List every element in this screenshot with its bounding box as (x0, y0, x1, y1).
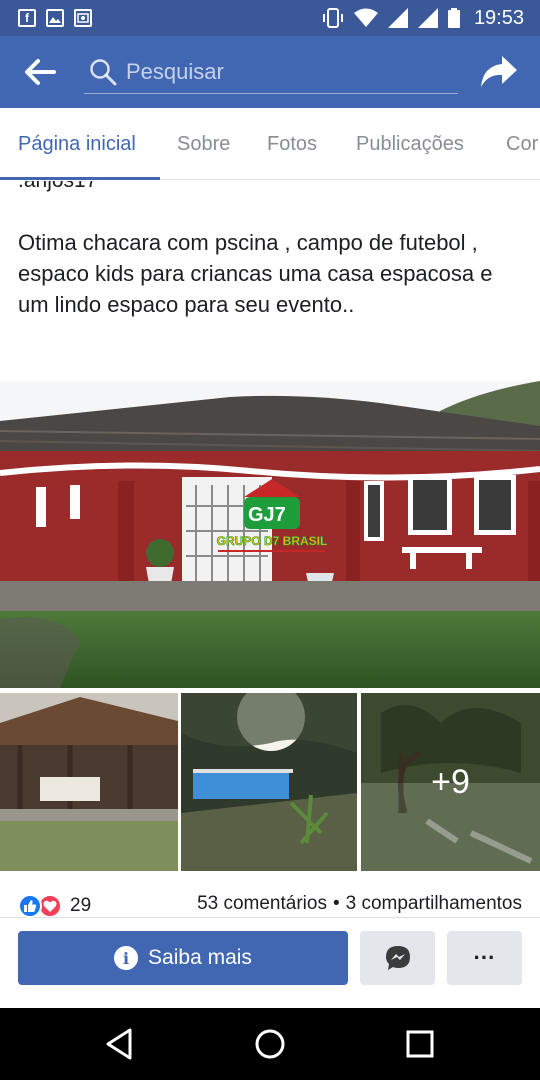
wifi-icon (353, 8, 378, 27)
more-photos-count: +9 (431, 762, 470, 801)
post-text-previous-line: .anjos17 (18, 181, 97, 193)
app-bar (0, 36, 540, 108)
image-notification-icon (46, 9, 64, 27)
facebook-notification-icon: f (18, 9, 36, 27)
photo-notification-icon (74, 9, 92, 27)
engagement-stats: 53 comentários • 3 compartilhamentos (197, 893, 522, 915)
nav-home-icon[interactable] (252, 1026, 288, 1062)
saiba-mais-label: Saiba mais (148, 946, 252, 969)
saiba-mais-button[interactable]: i Saiba mais (18, 931, 348, 985)
status-bar: f 19:53 (0, 0, 540, 36)
reactions-summary[interactable]: 29 (18, 892, 91, 920)
tab-pagina-inicial[interactable]: Página inicial (18, 108, 136, 179)
search-icon (90, 58, 117, 85)
post-text: Otima chacara com pscina , campo de fute… (18, 230, 493, 317)
tab-publicacoes[interactable]: Publicações (356, 108, 464, 179)
battery-icon (447, 8, 460, 28)
signal-icon (387, 8, 408, 28)
tab-fotos[interactable]: Fotos (267, 108, 317, 179)
comments-count[interactable]: 53 comentários (197, 893, 327, 915)
active-tab-indicator (0, 177, 160, 180)
tab-more[interactable]: Cor (506, 108, 538, 179)
screen: f 19:53 Pesquisar Página inicial Sobre F… (0, 0, 540, 1080)
search-input[interactable] (118, 51, 458, 92)
tab-sobre[interactable]: Sobre (177, 108, 230, 179)
clock: 19:53 (473, 6, 524, 29)
messenger-icon (385, 946, 410, 970)
search-bar[interactable] (84, 50, 458, 94)
post-photo-thumbnail-1[interactable] (0, 693, 178, 871)
svg-text:GJ7: GJ7 (248, 504, 286, 526)
post-main-photo[interactable]: GJ7 GRUPO D7 BRASIL (0, 381, 540, 688)
system-icons: 19:53 (322, 0, 524, 36)
page-action-bar: i Saiba mais ··· (0, 917, 540, 1009)
share-arrow-icon[interactable] (480, 54, 518, 90)
page-tabs: Página inicial Sobre Fotos Publicações C… (0, 108, 540, 180)
svg-text:GRUPO D7 BRASIL: GRUPO D7 BRASIL (217, 534, 328, 548)
more-options-button[interactable]: ··· (447, 931, 522, 985)
nav-recents-icon[interactable] (402, 1026, 438, 1062)
shares-count[interactable]: 3 compartilhamentos (346, 893, 522, 915)
post: .anjos17 Otima chacara com pscina , camp… (0, 181, 540, 911)
stats-separator: • (332, 893, 340, 914)
android-navigation-bar (0, 1008, 540, 1080)
post-photo-thumbnail-2[interactable] (181, 693, 357, 871)
info-icon: i (114, 946, 139, 970)
vibrate-icon (322, 8, 343, 28)
more-options-label: ··· (473, 945, 496, 970)
nav-back-icon[interactable] (102, 1026, 138, 1062)
signal-icon (417, 8, 438, 28)
post-photo-thumbnail-3[interactable]: +9 (361, 693, 540, 871)
notification-icons: f (0, 9, 92, 27)
messenger-button[interactable] (360, 931, 435, 985)
reaction-count: 29 (70, 895, 92, 916)
back-arrow-icon[interactable] (22, 56, 56, 88)
like-reaction-icon (18, 894, 42, 918)
